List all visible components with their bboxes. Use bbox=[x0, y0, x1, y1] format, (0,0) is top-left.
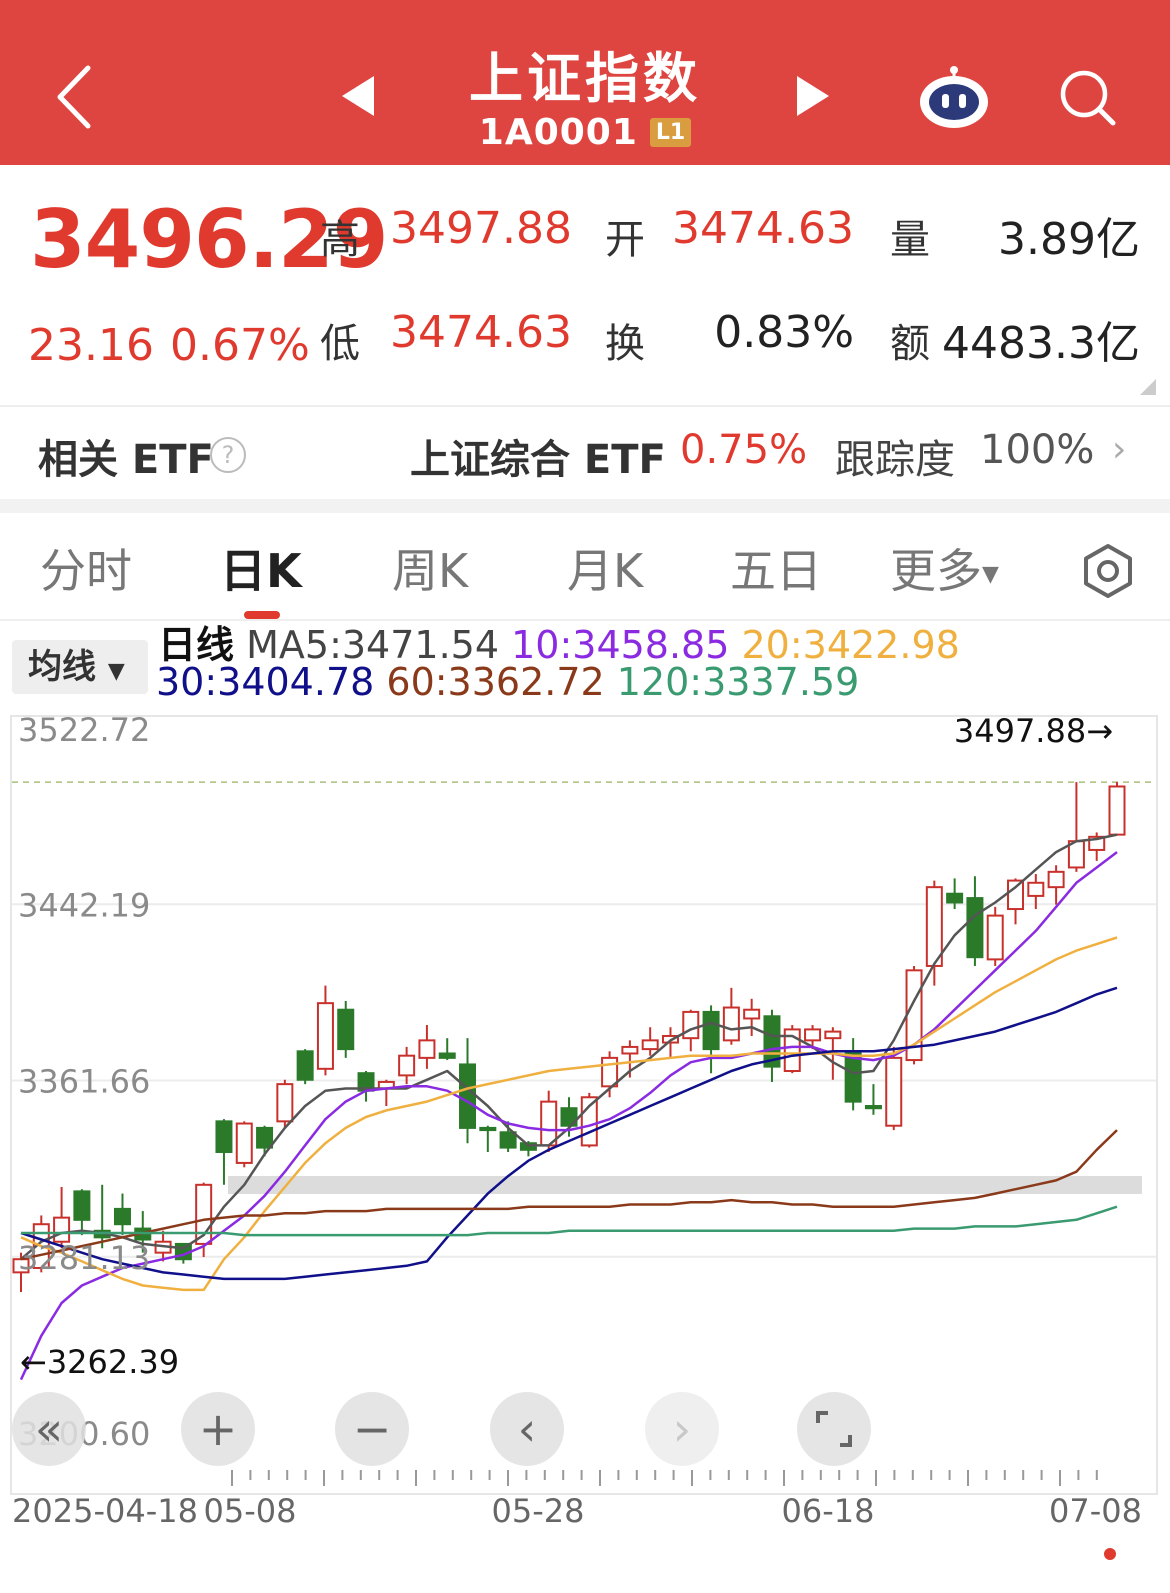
candle-up bbox=[1108, 785, 1126, 836]
candle-up bbox=[1047, 870, 1065, 889]
y-tick-label: 3442.19 bbox=[18, 886, 150, 924]
zoom-out-button[interactable]: − bbox=[335, 1392, 409, 1466]
scroll-to-start-button[interactable]: « bbox=[12, 1392, 86, 1466]
ma-line-120 bbox=[21, 1205, 1118, 1237]
y-tick-label: 3522.72 bbox=[18, 711, 150, 749]
candle-up bbox=[601, 1056, 619, 1088]
x-axis-label: 06-18 bbox=[782, 1492, 875, 1530]
candle-up bbox=[276, 1083, 294, 1123]
candle-down bbox=[479, 1126, 497, 1132]
x-axis-label: 05-08 bbox=[204, 1492, 297, 1530]
candle-up bbox=[540, 1100, 558, 1147]
candle-down bbox=[113, 1207, 131, 1226]
candle-down bbox=[73, 1190, 91, 1221]
candle-up bbox=[804, 1028, 822, 1042]
candle-up bbox=[986, 914, 1004, 961]
candle-down bbox=[499, 1131, 517, 1149]
candle-up bbox=[824, 1030, 842, 1040]
candle-down bbox=[337, 1008, 355, 1051]
candle-down bbox=[702, 1010, 720, 1051]
candle-down bbox=[966, 897, 984, 959]
candle-down bbox=[946, 892, 964, 904]
page-indicator-dot bbox=[1104, 1548, 1116, 1560]
candle-down bbox=[459, 1063, 477, 1129]
candle-up bbox=[621, 1045, 639, 1055]
candle-up bbox=[641, 1039, 659, 1051]
fullscreen-button[interactable] bbox=[797, 1392, 871, 1466]
candle-up bbox=[398, 1054, 416, 1077]
candle-up bbox=[1027, 881, 1045, 897]
y-tick-label: 3281.13 bbox=[18, 1239, 150, 1277]
candle-up bbox=[925, 886, 943, 967]
ma-line-60 bbox=[20, 1129, 1118, 1261]
x-axis-label: 05-28 bbox=[492, 1492, 585, 1530]
min-price-marker: ←3262.39 bbox=[20, 1343, 179, 1381]
y-tick-label: 3361.66 bbox=[18, 1063, 150, 1101]
candle-up bbox=[682, 1010, 700, 1040]
candle-up bbox=[1007, 879, 1025, 911]
x-axis-label: 2025-04-18 bbox=[12, 1492, 198, 1530]
candle-up bbox=[743, 1008, 761, 1020]
max-price-marker: 3497.88→ bbox=[954, 712, 1113, 750]
scroll-left-button[interactable]: ‹ bbox=[490, 1392, 564, 1466]
candle-up bbox=[722, 1006, 740, 1042]
scroll-right-button[interactable]: › bbox=[645, 1392, 719, 1466]
zoom-in-button[interactable]: + bbox=[181, 1392, 255, 1466]
fullscreen-icon bbox=[816, 1411, 852, 1447]
candle-down bbox=[438, 1052, 456, 1059]
candle-down bbox=[256, 1126, 274, 1149]
candle-up bbox=[316, 1002, 334, 1070]
x-axis-label: 07-08 bbox=[1049, 1492, 1142, 1530]
kline-chart[interactable]: 3522.723442.193361.663281.133200.603497.… bbox=[0, 0, 1170, 1593]
candle-down bbox=[864, 1105, 882, 1110]
candle-up bbox=[235, 1122, 253, 1164]
candle-down bbox=[215, 1120, 233, 1153]
candle-up bbox=[885, 1056, 903, 1127]
candle-up bbox=[418, 1039, 436, 1059]
candle-down bbox=[296, 1050, 314, 1081]
